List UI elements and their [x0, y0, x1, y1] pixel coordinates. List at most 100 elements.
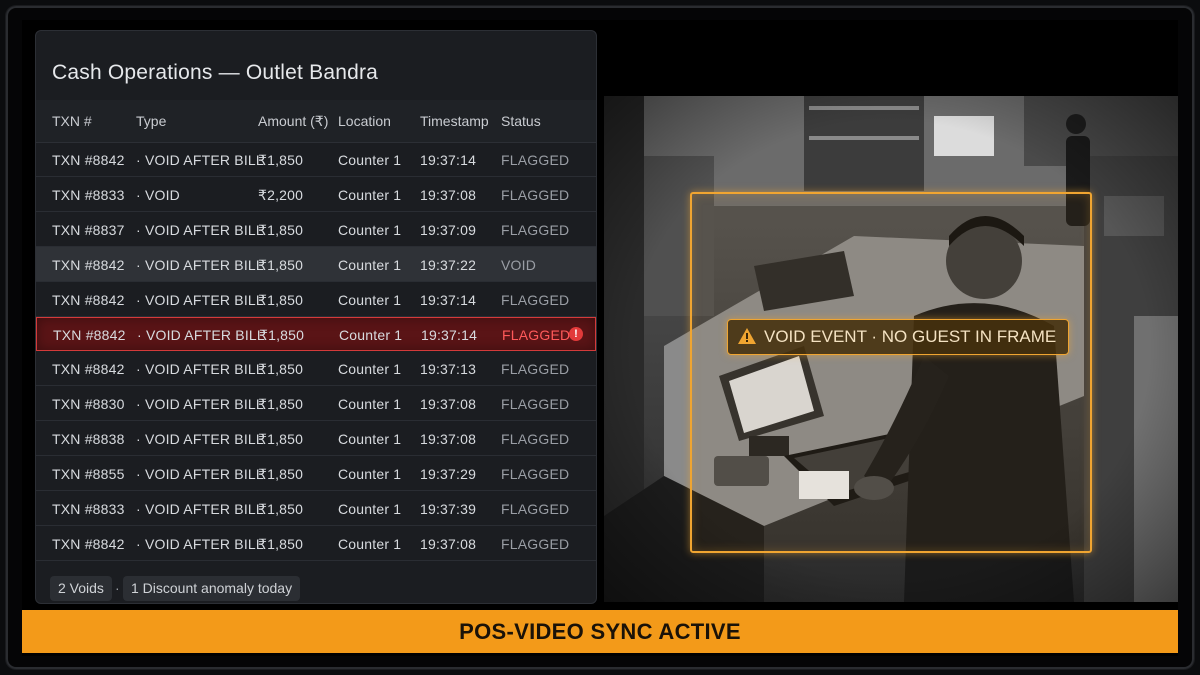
table-row[interactable]: TXN #8838 · VOID AFTER BILL ₹1,850 Counter …	[36, 421, 596, 456]
type-cell: · VOID AFTER BILL	[136, 396, 264, 412]
detection-label-text: VOID EVENT · NO GUEST IN FRAME	[764, 327, 1057, 346]
type-cell: · VOID AFTER BILL	[136, 292, 264, 308]
timestamp-cell: 19:37:22	[420, 257, 477, 273]
column-header-status[interactable]: Status	[501, 113, 541, 129]
amount-cell: ₹1,850	[258, 152, 304, 168]
voids-count-chip[interactable]: 2 Voids	[50, 576, 112, 601]
txn-cell: TXN #8830	[52, 396, 125, 412]
status-cell: FLAGGED	[502, 327, 571, 343]
timestamp-cell: 19:37:14	[420, 292, 477, 308]
table-row-alert[interactable]: TXN #8842 · VOID AFTER BILL ₹1,850 Counter …	[36, 317, 596, 351]
table-row[interactable]: TXN #8842 · VOID AFTER BILL ₹1,850 Counter …	[36, 247, 596, 282]
amount-cell: ₹1,850	[258, 361, 304, 377]
timestamp-cell: 19:37:09	[420, 222, 477, 238]
table-row[interactable]: TXN #8830 · VOID AFTER BILL ₹1,850 Counter …	[36, 386, 596, 421]
timestamp-cell: 19:37:08	[420, 187, 477, 203]
discount-anomaly-chip[interactable]: 1 Discount anomaly today	[123, 576, 301, 601]
column-header-txn[interactable]: TXN #	[52, 113, 92, 129]
table-row[interactable]: TXN #8855 · VOID AFTER BILL ₹1,850 Counter …	[36, 456, 596, 491]
amount-cell: ₹1,850	[258, 222, 304, 238]
type-cell: · VOID AFTER BILL	[136, 222, 264, 238]
type-cell: · VOID AFTER BILL	[137, 327, 265, 343]
table-row[interactable]: TXN #8842 · VOID AFTER BILL ₹1,850 Counter …	[36, 526, 596, 561]
camera-feed[interactable]: VOID EVENT · NO GUEST IN FRAME	[604, 96, 1178, 602]
type-cell: · VOID	[136, 187, 180, 203]
txn-cell: TXN #8855	[52, 466, 125, 482]
column-header-type[interactable]: Type	[136, 113, 166, 129]
type-cell: · VOID AFTER BILL	[136, 501, 264, 517]
status-cell: FLAGGED	[501, 431, 570, 447]
chip-separator: ·	[115, 580, 120, 596]
type-cell: · VOID AFTER BILL	[136, 152, 264, 168]
txn-cell: TXN #8833	[52, 187, 125, 203]
transaction-table-body: TXN #8842 · VOID AFTER BILL ₹1,850 Counter …	[36, 142, 596, 561]
amount-cell: ₹1,850	[258, 536, 304, 552]
status-cell: FLAGGED	[501, 222, 570, 238]
table-header: TXN # Type Amount (₹) Location Timestamp…	[36, 100, 596, 143]
monitor-screen: Cash Operations — Outlet Bandra TXN # Ty…	[22, 20, 1178, 656]
table-row[interactable]: TXN #8842 · VOID AFTER BILL ₹1,850 Counter …	[36, 282, 596, 317]
amount-cell: ₹1,850	[258, 257, 304, 273]
status-cell: FLAGGED	[501, 466, 570, 482]
amount-cell: ₹1,850	[258, 292, 304, 308]
txn-cell: TXN #8842	[52, 292, 125, 308]
status-cell: FLAGGED	[501, 187, 570, 203]
status-cell: FLAGGED	[501, 536, 570, 552]
timestamp-cell: 19:37:08	[420, 396, 477, 412]
status-cell: FLAGGED	[501, 292, 570, 308]
table-row[interactable]: TXN #8837 · VOID AFTER BILL ₹1,850 Counter …	[36, 212, 596, 247]
location-cell: Counter 1	[338, 466, 402, 482]
txn-cell: TXN #8842	[52, 361, 125, 377]
amount-cell: ₹1,850	[259, 327, 305, 343]
detection-alert-label: VOID EVENT · NO GUEST IN FRAME	[727, 319, 1070, 355]
type-cell: · VOID AFTER BILL	[136, 536, 264, 552]
location-cell: Counter 1	[338, 187, 402, 203]
amount-cell: ₹1,850	[258, 431, 304, 447]
txn-cell: TXN #8842	[52, 152, 125, 168]
alert-circle-icon: !	[569, 327, 583, 341]
status-cell: FLAGGED	[501, 361, 570, 377]
status-cell: FLAGGED	[501, 501, 570, 517]
status-cell: VOID	[501, 257, 537, 273]
timestamp-cell: 19:37:39	[420, 501, 477, 517]
location-cell: Counter 1	[338, 222, 402, 238]
timestamp-cell: 19:37:14	[420, 152, 477, 168]
location-cell: Counter 1	[338, 257, 402, 273]
location-cell: Counter 1	[338, 501, 402, 517]
location-cell: Counter 1	[338, 292, 402, 308]
type-cell: · VOID AFTER BILL	[136, 257, 264, 273]
txn-cell: TXN #8842	[53, 327, 126, 343]
column-header-timestamp[interactable]: Timestamp	[420, 113, 489, 129]
location-cell: Counter 1	[339, 327, 403, 343]
timestamp-cell: 19:37:08	[420, 431, 477, 447]
amount-cell: ₹1,850	[258, 466, 304, 482]
table-row[interactable]: TXN #8842 · VOID AFTER BILL ₹1,850 Counter …	[36, 351, 596, 386]
status-cell: FLAGGED	[501, 152, 570, 168]
column-header-location[interactable]: Location	[338, 113, 391, 129]
location-cell: Counter 1	[338, 536, 402, 552]
panel-title: Cash Operations — Outlet Bandra	[52, 61, 379, 84]
txn-cell: TXN #8842	[52, 536, 125, 552]
timestamp-cell: 19:37:13	[420, 361, 477, 377]
timestamp-cell: 19:37:14	[421, 327, 478, 343]
txn-cell: TXN #8842	[52, 257, 125, 273]
timestamp-cell: 19:37:29	[420, 466, 477, 482]
column-header-amount[interactable]: Amount (₹)	[258, 113, 328, 130]
timestamp-cell: 19:37:08	[420, 536, 477, 552]
txn-cell: TXN #8833	[52, 501, 125, 517]
sync-status-banner: POS-VIDEO SYNC ACTIVE	[22, 610, 1178, 653]
amount-cell: ₹1,850	[258, 501, 304, 517]
type-cell: · VOID AFTER BILL	[136, 361, 264, 377]
table-row[interactable]: TXN #8833 · VOID ₹2,200 Counter 1 19:37:08 FL…	[36, 177, 596, 212]
type-cell: · VOID AFTER BILL	[136, 431, 264, 447]
location-cell: Counter 1	[338, 152, 402, 168]
type-cell: · VOID AFTER BILL	[136, 466, 264, 482]
location-cell: Counter 1	[338, 431, 402, 447]
detection-bounding-box	[690, 192, 1092, 553]
cash-operations-panel: Cash Operations — Outlet Bandra TXN # Ty…	[35, 30, 597, 604]
table-row[interactable]: TXN #8842 · VOID AFTER BILL ₹1,850 Counter …	[36, 142, 596, 177]
location-cell: Counter 1	[338, 396, 402, 412]
txn-cell: TXN #8838	[52, 431, 125, 447]
location-cell: Counter 1	[338, 361, 402, 377]
table-row[interactable]: TXN #8833 · VOID AFTER BILL ₹1,850 Counter …	[36, 491, 596, 526]
